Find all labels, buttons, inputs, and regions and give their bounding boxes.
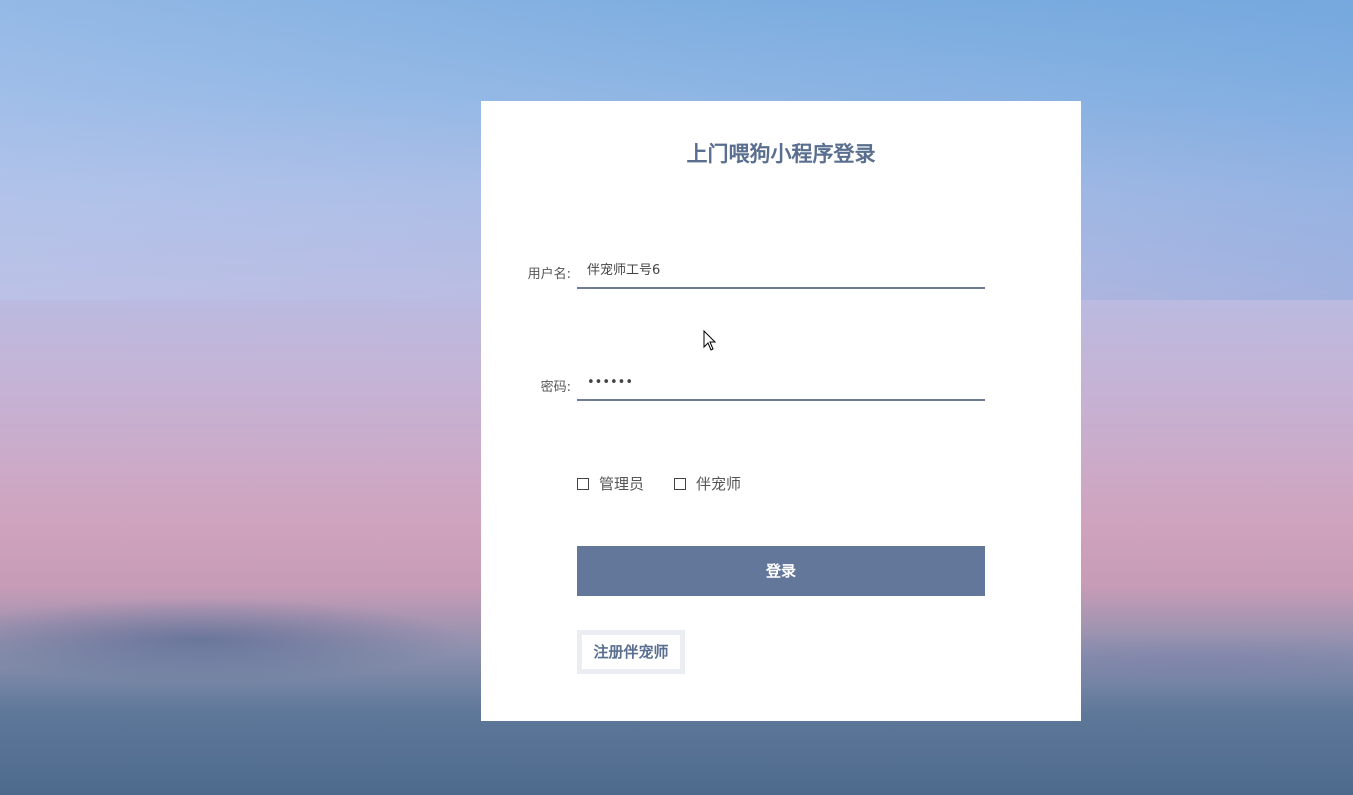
admin-label: 管理员 <box>599 475 645 493</box>
pet-sitter-label: 伴宠师 <box>696 475 742 493</box>
role-option-pet-sitter[interactable]: 伴宠师 <box>674 473 741 494</box>
password-label: 密码: <box>540 380 571 395</box>
role-option-admin[interactable]: 管理员 <box>577 473 644 494</box>
login-card: 上门喂狗小程序登录 用户名: 伴宠师工号6 密码: •••••• 管理员 伴宠师… <box>481 101 1081 721</box>
login-button[interactable]: 登录 <box>577 546 985 596</box>
role-selector: 管理员 伴宠师 <box>577 473 771 494</box>
admin-checkbox[interactable] <box>577 477 589 490</box>
username-input[interactable]: 伴宠师工号6 <box>577 255 985 289</box>
register-pet-sitter-button[interactable]: 注册伴宠师 <box>577 630 685 674</box>
mouse-pointer-icon <box>703 330 717 351</box>
username-label: 用户名: <box>527 267 571 282</box>
pet-sitter-checkbox[interactable] <box>674 477 687 490</box>
password-input[interactable]: •••••• <box>577 367 985 401</box>
page-title: 上门喂狗小程序登录 <box>686 142 876 166</box>
